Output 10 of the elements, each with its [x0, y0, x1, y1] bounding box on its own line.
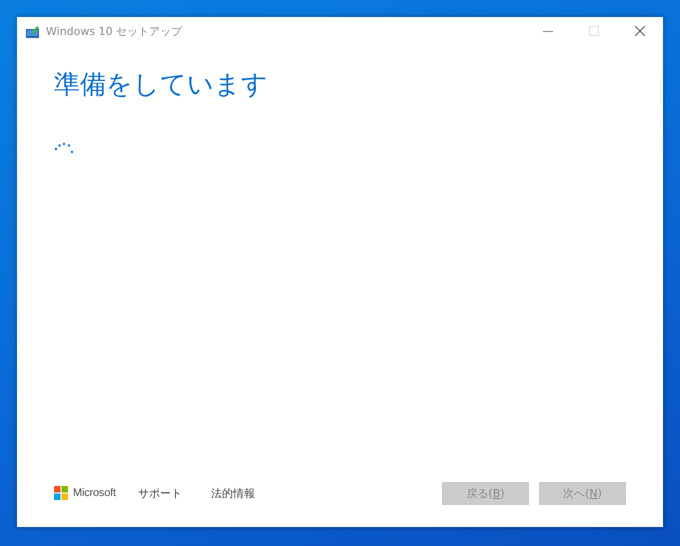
maximize-icon — [589, 26, 599, 36]
window-title: Windows 10 セットアップ — [46, 24, 184, 38]
setup-app-icon — [26, 24, 40, 38]
loading-spinner-icon — [54, 142, 74, 154]
microsoft-logo-icon — [54, 486, 68, 500]
footer-link[interactable]: サポート — [138, 486, 182, 500]
heading: 準備をしています — [54, 69, 269, 102]
close-icon — [635, 26, 645, 36]
brand-name: Microsoft — [73, 487, 116, 499]
footer-link[interactable]: 法的情報 — [210, 486, 255, 500]
